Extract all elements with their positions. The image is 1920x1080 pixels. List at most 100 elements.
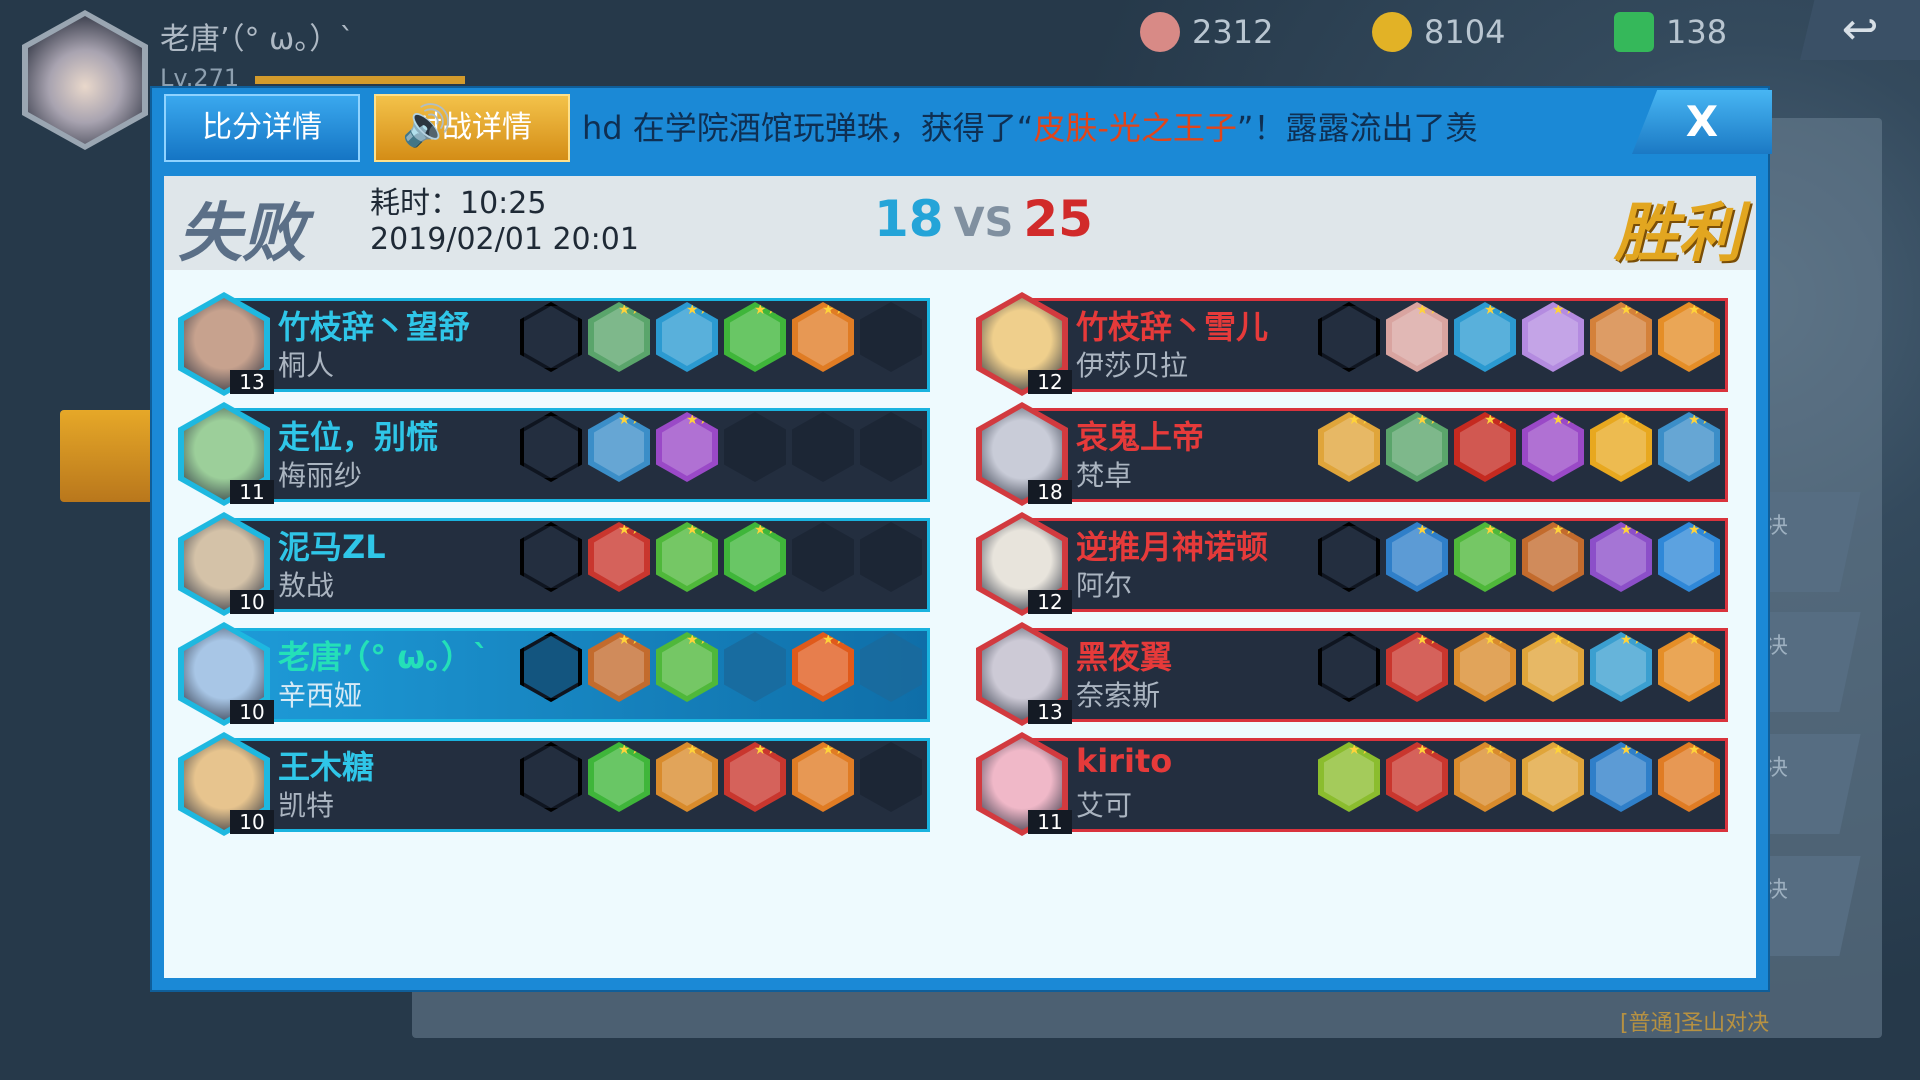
equipment-icon[interactable]: ★★ [724,302,786,372]
equipment-icon[interactable]: ★★ [1590,412,1652,482]
equipment-icon[interactable]: ★★ [656,412,718,482]
star-rating: ★★ [1484,522,1510,538]
equipment-icon[interactable]: ★★ [1454,412,1516,482]
equipment-icon[interactable]: ★★ [1386,522,1448,592]
hero-name: 奈索斯 [1076,679,1161,712]
red-player-row[interactable]: 18 哀鬼上帝 梵卓 ★★ ★★ ★★ ★★ ★★ ★★ [976,402,1736,506]
equipment-icon[interactable]: ★★ [1386,742,1448,812]
equipment-icon[interactable]: ★★ [1658,742,1720,812]
equipment-icon[interactable]: ★★ [588,632,650,702]
star-rating: ★★ [1416,412,1442,428]
star-rating: ★★ [1688,632,1714,648]
equipment-icon[interactable]: ★★ [1522,742,1584,812]
player-name: 逆推月神诺顿 [1076,528,1269,566]
equipment-icon[interactable]: ★★ [1522,522,1584,592]
empty-equipment-slot [860,302,922,372]
equipment-icon[interactable]: ★★ [1658,302,1720,372]
equipment-icon[interactable]: ★★ [1454,632,1516,702]
star-rating: ★★ [822,742,848,758]
back-arrow-icon: ↩ [1841,4,1879,55]
player-name: 黑夜翼 [1076,638,1173,676]
ticker-highlight: 皮肤-光之王子 [1033,109,1237,147]
empty-equipment-slot [724,412,786,482]
equipment-icon[interactable]: ★★ [588,302,650,372]
blue-player-row[interactable]: 13 竹枝辞丶望舒 桐人 ★★ ★★ ★★ ★★ [178,292,938,396]
shell-counter[interactable]: 2312 [1140,10,1273,54]
equipment-icon[interactable]: ★★ [1658,632,1720,702]
equipment-icon[interactable]: ★★ [1386,632,1448,702]
hero-name: 梵卓 [1076,459,1133,492]
equipment-icon[interactable]: ★★ [1454,302,1516,372]
equipment-slots: ★★ ★★ ★★ ★★ ★★ ★★ [1318,742,1720,812]
equipment-icon[interactable]: ★★ [724,522,786,592]
hero-name: 凯特 [278,789,335,822]
star-rating: ★★ [1688,742,1714,758]
close-button[interactable]: X [1632,90,1772,154]
star-rating: ★★ [1620,412,1646,428]
gold-value: 8104 [1424,13,1506,51]
empty-skill-slot [520,412,582,482]
empty-skill-slot [520,522,582,592]
blue-player-row[interactable]: 10 泥马ZL 敖战 ★★ ★★ ★★ [178,512,938,616]
equipment-icon[interactable]: ★★ [1522,412,1584,482]
equipment-icon[interactable]: ★★ [1318,742,1380,812]
equipment-icon[interactable]: ★★ [1386,302,1448,372]
equipment-icon[interactable]: ★★ [656,742,718,812]
player-name: 王木糖 [278,748,375,786]
empty-skill-slot [1318,522,1380,592]
back-button[interactable]: ↩ [1800,0,1920,60]
equipment-icon[interactable]: ★★ [588,742,650,812]
equipment-icon[interactable]: ★★ [1318,412,1380,482]
gold-counter[interactable]: 8104 [1372,10,1505,54]
equipment-icon[interactable]: ★★ [656,522,718,592]
equipment-icon[interactable]: ★★ [792,302,854,372]
empty-skill-slot [520,632,582,702]
match-result-dialog: 比分详情 对战详情 🔊 hd 在学院酒馆玩弹珠，获得了“皮肤-光之王子”！露露流… [152,88,1772,990]
equipment-icon[interactable]: ★★ [1522,632,1584,702]
equipment-icon[interactable]: ★★ [1590,632,1652,702]
equipment-icon[interactable]: ★★ [1386,412,1448,482]
equipment-slots: ★★ ★★ ★★ [520,632,922,702]
star-rating: ★★ [1620,302,1646,318]
equipment-icon[interactable]: ★★ [588,412,650,482]
hero-level: 11 [1028,810,1072,834]
equipment-icon[interactable]: ★★ [656,302,718,372]
blue-player-row[interactable]: 10 老唐’（° ω。）` 辛西娅 ★★ ★★ ★★ [178,622,938,726]
equipment-icon[interactable]: ★★ [1522,302,1584,372]
equipment-icon[interactable]: ★★ [588,522,650,592]
star-rating: ★★ [618,302,644,318]
gem-counter[interactable]: 138 [1614,10,1727,54]
star-rating: ★★ [754,522,780,538]
equipment-icon[interactable]: ★★ [792,742,854,812]
star-rating: ★★ [1416,522,1442,538]
star-rating: ★★ [1620,742,1646,758]
defeat-label: 失败 [178,197,306,271]
equipment-icon[interactable]: ★★ [792,632,854,702]
star-rating: ★★ [1484,632,1510,648]
equipment-icon[interactable]: ★★ [1454,522,1516,592]
red-player-row[interactable]: 12 竹枝辞丶雪儿 伊莎贝拉 ★★ ★★ ★★ ★★ ★★ [976,292,1736,396]
star-rating: ★★ [1620,632,1646,648]
equipment-icon[interactable]: ★★ [724,742,786,812]
red-score: 25 [1023,190,1093,248]
red-player-row[interactable]: 11 kirito 艾可 ★★ ★★ ★★ ★★ ★★ ★★ [976,732,1736,836]
equipment-icon[interactable]: ★★ [656,632,718,702]
equipment-slots: ★★ ★★ ★★ ★★ [520,742,922,812]
blue-player-row[interactable]: 10 王木糖 凯特 ★★ ★★ ★★ ★★ [178,732,938,836]
hero-level: 13 [230,370,274,394]
red-player-row[interactable]: 13 黑夜翼 奈索斯 ★★ ★★ ★★ ★★ ★★ [976,622,1736,726]
blue-player-row[interactable]: 11 走位，别慌 梅丽纱 ★★ ★★ [178,402,938,506]
player-name: 老唐’（° ω。）` [160,22,355,57]
red-player-row[interactable]: 12 逆推月神诺顿 阿尔 ★★ ★★ ★★ ★★ ★★ [976,512,1736,616]
equipment-icon[interactable]: ★★ [1590,302,1652,372]
empty-equipment-slot [860,632,922,702]
equipment-icon[interactable]: ★★ [1590,742,1652,812]
equipment-icon[interactable]: ★★ [1454,742,1516,812]
tab-score-details[interactable]: 比分详情 [164,94,360,162]
equipment-icon[interactable]: ★★ [1658,412,1720,482]
equipment-slots: ★★ ★★ ★★ [520,522,922,592]
equipment-icon[interactable]: ★★ [1658,522,1720,592]
equipment-icon[interactable]: ★★ [1590,522,1652,592]
star-rating: ★★ [1688,522,1714,538]
empty-equipment-slot [860,522,922,592]
